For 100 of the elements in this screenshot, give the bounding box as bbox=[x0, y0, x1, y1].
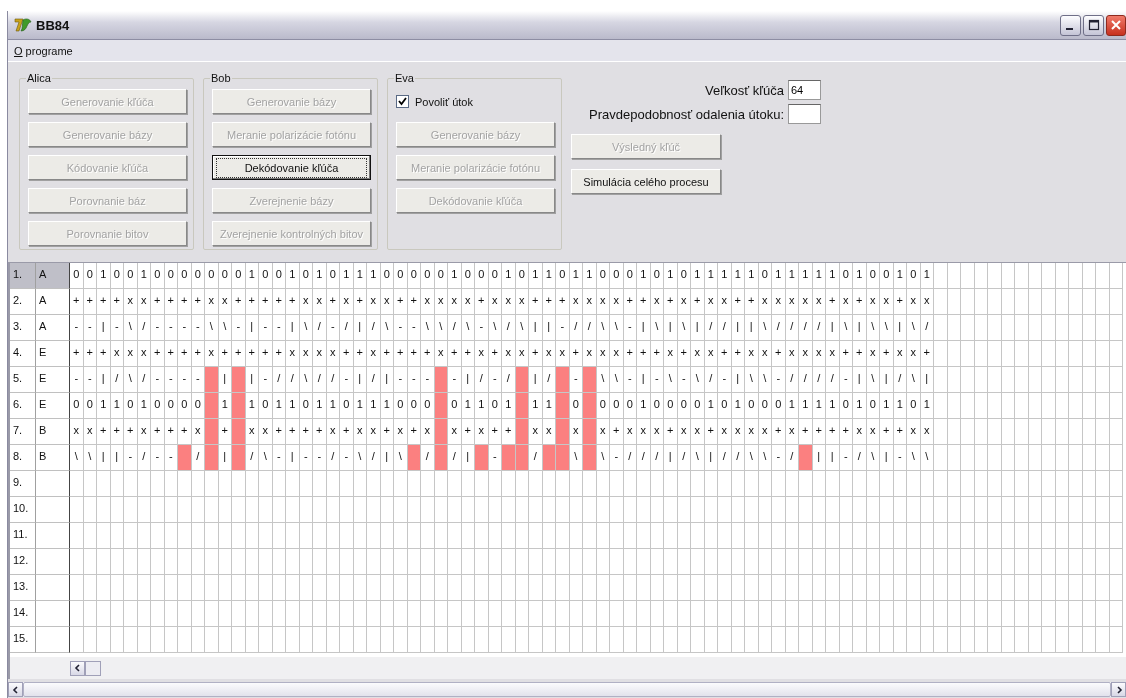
grid-cell: x bbox=[664, 341, 678, 367]
row-number[interactable]: 5. bbox=[10, 367, 36, 393]
grid-cell: + bbox=[637, 341, 651, 367]
grid-cell: \ bbox=[691, 445, 705, 471]
grid-cell: - bbox=[340, 445, 354, 471]
checkbox-row[interactable]: Povoliť útok bbox=[396, 89, 555, 114]
grid-cell: / bbox=[623, 445, 637, 471]
grid-cell: x bbox=[704, 289, 718, 315]
checkbox[interactable] bbox=[396, 95, 409, 108]
grid-cell: / bbox=[785, 367, 799, 393]
grid-cell: / bbox=[448, 445, 462, 471]
grid-cell: | bbox=[529, 315, 543, 341]
grid-cell: + bbox=[488, 419, 502, 445]
input-field[interactable] bbox=[788, 104, 821, 124]
row-number[interactable]: 7. bbox=[10, 419, 36, 445]
grid-cell: + bbox=[704, 419, 718, 445]
grid-cell: | bbox=[97, 367, 111, 393]
row-number[interactable]: 6. bbox=[10, 393, 36, 419]
grid-cell: 1 bbox=[502, 263, 516, 289]
grid-cell: 0 bbox=[610, 263, 624, 289]
grid-cell: 1 bbox=[313, 263, 327, 289]
grid-cell: x bbox=[812, 341, 826, 367]
row-number[interactable]: 14. bbox=[10, 601, 36, 627]
row-number[interactable]: 11. bbox=[10, 523, 36, 549]
grid-cell: \ bbox=[596, 445, 610, 471]
row-number[interactable]: 13. bbox=[10, 575, 36, 601]
grid-cell: | bbox=[731, 315, 745, 341]
grid-cell: x bbox=[286, 341, 300, 367]
grid-cell: - bbox=[272, 445, 286, 471]
grid-cell: - bbox=[110, 315, 124, 341]
grid-cell: / bbox=[313, 367, 327, 393]
grid-cell: 0 bbox=[326, 263, 340, 289]
input-field[interactable]: 64 bbox=[788, 80, 821, 100]
grid-cell: x bbox=[677, 289, 691, 315]
scroll-thumb[interactable] bbox=[85, 660, 101, 676]
grid-cell: + bbox=[124, 419, 138, 445]
grid-cell: \ bbox=[664, 367, 678, 393]
scroll-left-button[interactable] bbox=[8, 682, 23, 697]
grid-cell: - bbox=[394, 315, 408, 341]
maximize-button[interactable] bbox=[1083, 14, 1104, 36]
scroll-right-button[interactable] bbox=[1111, 682, 1126, 697]
grid-cell: x bbox=[650, 289, 664, 315]
grid-cell: \ bbox=[299, 315, 313, 341]
grid-cell: - bbox=[340, 367, 354, 393]
grid-cell: 1 bbox=[245, 263, 259, 289]
grid-cell: x bbox=[488, 289, 502, 315]
grid-cell: \ bbox=[205, 315, 219, 341]
grid-cell: 0 bbox=[151, 393, 165, 419]
grid-cell: \ bbox=[124, 367, 138, 393]
action-button[interactable]: Simulácia celého procesu bbox=[571, 169, 721, 194]
grid-cell: + bbox=[245, 289, 259, 315]
grid-cell: + bbox=[326, 289, 340, 315]
grid-cell: + bbox=[745, 289, 759, 315]
row-number[interactable]: 1. bbox=[10, 263, 36, 289]
grid-cell: + bbox=[380, 341, 394, 367]
grid-cell: - bbox=[718, 367, 732, 393]
row-number[interactable]: 2. bbox=[10, 289, 36, 315]
grid-cell: + bbox=[920, 341, 934, 367]
grid-cell: 1 bbox=[380, 393, 394, 419]
grid-cell: 0 bbox=[839, 263, 853, 289]
grid-cell: - bbox=[313, 445, 327, 471]
row-number[interactable]: 3. bbox=[10, 315, 36, 341]
close-button[interactable] bbox=[1106, 14, 1126, 36]
grid-cell: - bbox=[772, 367, 786, 393]
grid-cell: x bbox=[610, 289, 624, 315]
grid-cell: + bbox=[853, 341, 867, 367]
grid-cell: 1 bbox=[772, 263, 786, 289]
grid-cell: \ bbox=[866, 315, 880, 341]
grid-cell: | bbox=[286, 445, 300, 471]
row-number[interactable]: 8. bbox=[10, 445, 36, 471]
grid-cell: - bbox=[124, 445, 138, 471]
grid-cell: - bbox=[610, 445, 624, 471]
grid-cell: x bbox=[475, 341, 489, 367]
grid-cell: 1 bbox=[529, 263, 543, 289]
grid-cell: | bbox=[245, 367, 259, 393]
grid-cell: 1 bbox=[637, 393, 651, 419]
grid-cell: x bbox=[313, 289, 327, 315]
grid-cell: 1 bbox=[448, 263, 462, 289]
row-number[interactable]: 9. bbox=[10, 471, 36, 497]
grid-cell: 1 bbox=[785, 393, 799, 419]
grid-cell: / bbox=[137, 367, 151, 393]
row-number[interactable]: 10. bbox=[10, 497, 36, 523]
grid-cell: 0 bbox=[596, 263, 610, 289]
grid-cell: 0 bbox=[596, 393, 610, 419]
scroll-left-button[interactable] bbox=[70, 660, 85, 676]
grid-cell: \ bbox=[218, 315, 232, 341]
grid-cell: 0 bbox=[839, 393, 853, 419]
minimize-button[interactable] bbox=[1060, 14, 1081, 36]
grid-cell: - bbox=[893, 445, 907, 471]
menu-item[interactable]: O programe bbox=[12, 44, 75, 57]
row-number[interactable]: 15. bbox=[10, 627, 36, 653]
row-number[interactable]: 4. bbox=[10, 341, 36, 367]
grid-cell: x bbox=[718, 419, 732, 445]
action-button[interactable]: Dekódovanie kľúča bbox=[212, 155, 371, 180]
row-number[interactable]: 12. bbox=[10, 549, 36, 575]
grid-cell: \ bbox=[650, 315, 664, 341]
grid-cell: + bbox=[407, 341, 421, 367]
grid-cell: + bbox=[529, 289, 543, 315]
grid-cell: x bbox=[137, 419, 151, 445]
grid-cell: x bbox=[380, 289, 394, 315]
